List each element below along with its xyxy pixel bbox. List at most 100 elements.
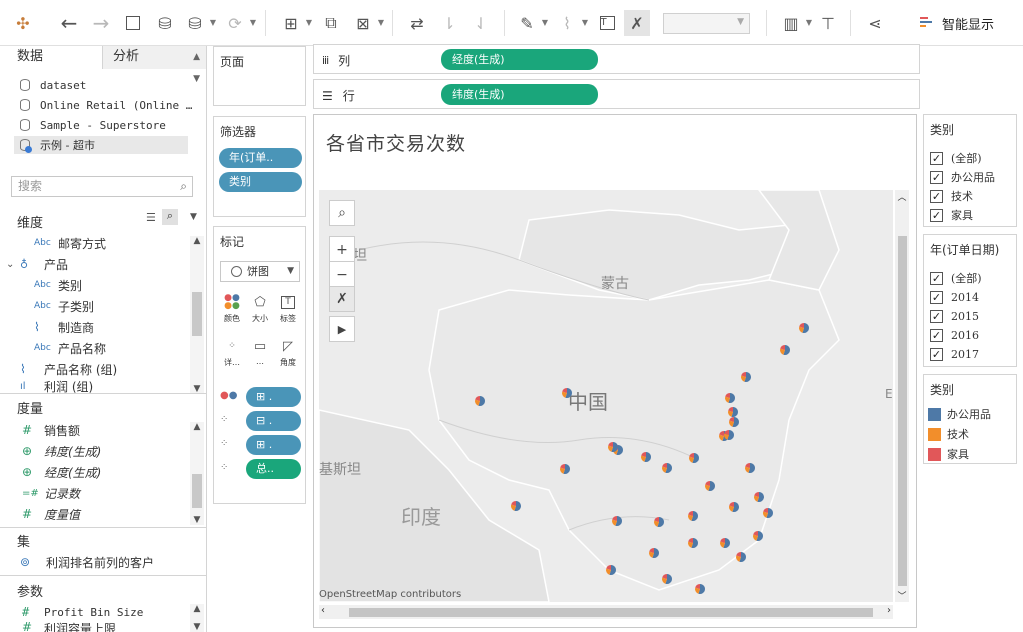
filter-pill-category[interactable]: 类别 [219,172,302,192]
pie-marker[interactable] [754,492,765,502]
tab-analysis[interactable]: 分析 ▲ ▼ [102,46,206,84]
pie-marker[interactable] [724,430,734,441]
datasource-item[interactable]: dataset [20,76,86,94]
swap-icon[interactable]: ⇄ [404,10,430,36]
measures-scrollbar[interactable]: ▲ ▼ [190,422,204,525]
color-button[interactable]: ●● ●● 颜色 [220,291,244,329]
pie-marker[interactable] [612,516,623,526]
scroll-down-arrow[interactable]: ﹀ [895,589,909,602]
pie-marker[interactable] [641,452,652,462]
pie-marker[interactable] [799,323,809,333]
mark-field-pill[interactable]: ⊟ . [246,411,301,431]
field-item[interactable]: Abc 产品名称 [34,338,106,358]
mark-field-pill[interactable]: 总.. [246,459,301,479]
clear-icon[interactable]: ⊠ ▼ [350,10,384,36]
filter-checkbox[interactable]: ✓ 家具 [930,206,973,224]
filters-card[interactable]: 筛选器 年(订单.. 类别 [213,116,306,217]
pie-marker[interactable] [511,501,522,511]
filter-checkbox[interactable]: ✓ 2017 [930,345,979,363]
new-datasource-icon[interactable]: ⛁ [152,10,178,36]
group-icon[interactable]: ⌇ ▼ [554,10,588,36]
field-item[interactable]: Abc 类别 [34,275,82,295]
angle-button[interactable]: ◸ 角度 [276,335,300,373]
pages-card[interactable]: 页面 [213,46,306,106]
chevron-down-icon[interactable]: ⌄ [6,259,20,270]
fix-axes-icon[interactable]: ✗ [624,10,650,36]
pie-marker[interactable] [729,502,739,512]
pie-marker[interactable] [741,372,752,382]
sort-desc-icon[interactable]: ⇃ [468,10,494,36]
expand-toolbar-icon[interactable]: ▶ [329,316,355,342]
pie-marker[interactable] [689,453,699,464]
share-icon[interactable]: ⋖ [862,10,888,36]
map-search-icon[interactable]: ⌕ [329,200,355,226]
columns-pill[interactable]: 经度(生成) [441,49,598,70]
presentation-icon[interactable]: ⊤ [815,10,841,36]
field-item[interactable]: ⌇ 制造商 [34,317,94,337]
pie-marker[interactable] [475,396,485,406]
zoom-in-button[interactable]: + [329,236,355,262]
map-vertical-scrollbar[interactable]: ︿ ﹀ [895,190,909,602]
map-horizontal-scrollbar[interactable]: ‹ › [319,605,893,619]
filter-checkbox[interactable]: ✓ (全部) [930,149,982,167]
legend-item[interactable]: 办公用品 [928,405,991,423]
pause-updates-icon[interactable]: ⛁ ▼ [182,10,216,36]
size-button[interactable]: ⬠ 大小 [248,291,272,329]
highlight-icon[interactable]: ✎ ▼ [514,10,548,36]
legend-item[interactable]: 家具 [928,445,969,463]
search-input[interactable]: 搜索 ⌕ [11,176,193,197]
pie-marker[interactable] [688,511,699,521]
find-field-icon[interactable]: ⌕ [162,209,178,225]
field-item[interactable]: # 销售额 [22,420,80,440]
undo-icon[interactable]: ← [56,10,82,36]
pie-marker[interactable] [753,531,764,541]
rows-shelf[interactable]: ☰ 行 纬度(生成) [313,79,920,109]
pie-marker[interactable] [720,538,730,548]
pie-marker[interactable] [705,481,715,491]
set-item[interactable]: ⊚ 利润排名前列的客户 [20,552,154,572]
mark-field-pill[interactable]: ⊞ . [246,387,301,407]
field-item[interactable]: ⊕ 纬度(生成) [22,441,101,461]
filter-checkbox[interactable]: ✓ 技术 [930,187,973,205]
label-icon[interactable]: T [594,10,620,36]
pie-marker[interactable] [688,538,698,548]
tab-data[interactable]: 数据 [0,46,102,69]
pie-marker[interactable] [560,464,570,474]
field-item[interactable]: =# 记录数 [22,483,80,503]
scroll-up-arrow[interactable]: ︿ [895,190,909,203]
parameter-item[interactable]: # 利润容量上限 [22,620,116,632]
pie-marker[interactable] [745,463,755,474]
tooltip-button[interactable]: ▭… [248,335,272,373]
smart-show-button[interactable]: 智能显示 [920,13,994,33]
datasource-item-selected[interactable]: 示例 - 超市 [14,136,188,154]
save-icon[interactable] [120,10,146,36]
search-icon[interactable]: ⌕ [180,177,187,196]
field-item[interactable]: Abc 邮寄方式 [34,233,106,253]
columns-shelf[interactable]: iii 列 经度(生成) [313,44,920,74]
field-item[interactable]: ⌇ 产品名称 (组) [20,359,117,379]
pie-marker[interactable] [695,584,705,594]
parameter-item[interactable]: # Profit Bin Size [22,602,143,622]
dimensions-scrollbar[interactable]: ▲ ▼ [190,236,204,394]
duplicate-icon[interactable]: ⧉ [318,10,344,36]
datasource-item[interactable]: Online Retail (Online … [20,96,192,114]
parameters-scrollbar[interactable]: ▲ ▼ [190,604,204,632]
pie-marker[interactable] [608,442,619,452]
pie-marker[interactable] [729,417,739,427]
pie-marker[interactable] [606,565,616,575]
show-cards-icon[interactable]: ▥ ▼ [778,10,812,36]
pie-marker[interactable] [763,508,773,518]
redo-icon[interactable]: → [88,10,114,36]
mark-field-pill[interactable]: ⊞ . [246,435,301,455]
sort-asc-icon[interactable]: ⇂ [436,10,462,36]
rows-pill[interactable]: 纬度(生成) [441,84,598,105]
pie-marker[interactable] [662,574,673,584]
filter-checkbox[interactable]: ✓ (全部) [930,269,982,287]
label-button[interactable]: T 标签 [276,291,300,329]
pie-marker[interactable] [662,463,673,474]
legend-item[interactable]: 技术 [928,425,969,443]
zoom-out-button[interactable]: − [329,261,355,287]
datasource-item[interactable]: Sample - Superstore [20,116,166,134]
pie-marker[interactable] [728,407,738,417]
refresh-icon[interactable]: ⟳ ▼ [222,10,256,36]
